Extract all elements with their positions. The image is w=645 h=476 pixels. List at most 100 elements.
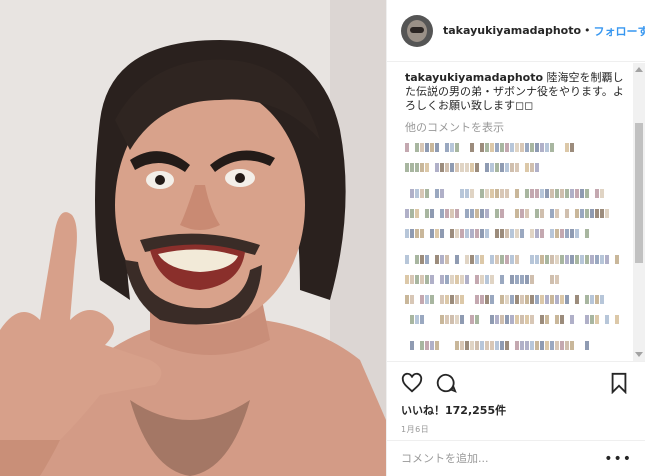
blur-pixel: [435, 163, 439, 172]
blur-pixel: [415, 189, 419, 198]
blurred-comment: [405, 227, 630, 241]
post-date[interactable]: 1月6日: [401, 424, 630, 435]
scroll-up-icon[interactable]: [635, 67, 643, 72]
blur-pixel: [505, 255, 509, 264]
blur-pixel: [530, 163, 534, 172]
blur-pixel: [530, 315, 534, 324]
comment-input[interactable]: [401, 452, 605, 465]
blur-pixel: [455, 315, 459, 324]
blur-pixel: [420, 315, 424, 324]
comment-icon[interactable]: [435, 372, 457, 394]
blur-pixel: [540, 315, 544, 324]
blur-pixel: [430, 341, 434, 350]
blur-pixel: [545, 295, 549, 304]
blur-pixel: [530, 229, 534, 238]
blur-pixel: [445, 143, 449, 152]
blur-pixel: [490, 295, 494, 304]
follow-button[interactable]: フォローする: [594, 23, 645, 39]
blur-pixel: [525, 143, 529, 152]
blur-pixel: [420, 189, 424, 198]
blur-pixel: [540, 189, 544, 198]
blur-pixel: [420, 275, 424, 284]
blur-pixel: [495, 315, 499, 324]
post-photo[interactable]: [0, 0, 386, 476]
blurred-comment: [405, 207, 630, 221]
blur-pixel: [445, 255, 449, 264]
blur-pixel: [585, 315, 589, 324]
blur-pixel: [520, 341, 524, 350]
blur-pixel: [440, 229, 444, 238]
more-options-icon[interactable]: •••: [604, 451, 632, 467]
blur-pixel: [535, 143, 539, 152]
blur-pixel: [485, 143, 489, 152]
blur-pixel: [585, 341, 589, 350]
blur-pixel: [545, 143, 549, 152]
blurred-comment: [405, 187, 630, 201]
blur-pixel: [490, 143, 494, 152]
blur-pixel: [435, 341, 439, 350]
scrollbar[interactable]: [633, 63, 645, 361]
scroll-down-icon[interactable]: [635, 352, 643, 357]
blurred-comment: [405, 273, 630, 287]
avatar[interactable]: [401, 14, 433, 47]
scrollbar-thumb[interactable]: [635, 123, 643, 263]
blur-pixel: [515, 163, 519, 172]
header-username[interactable]: takayukiyamadaphoto: [443, 24, 581, 37]
blur-pixel: [470, 229, 474, 238]
blur-pixel: [570, 255, 574, 264]
blur-pixel: [500, 315, 504, 324]
blur-pixel: [410, 189, 414, 198]
blur-pixel: [435, 255, 439, 264]
blur-pixel: [475, 275, 479, 284]
blur-pixel: [475, 209, 479, 218]
blur-pixel: [505, 315, 509, 324]
blur-pixel: [425, 295, 429, 304]
blur-pixel: [505, 143, 509, 152]
blur-pixel: [490, 255, 494, 264]
blur-pixel: [560, 315, 564, 324]
blur-pixel: [415, 255, 419, 264]
blur-pixel: [440, 189, 444, 198]
likes-count[interactable]: いいね！172,255件: [401, 402, 630, 418]
bookmark-icon[interactable]: [608, 372, 630, 394]
blur-pixel: [585, 229, 589, 238]
blur-pixel: [440, 209, 444, 218]
blur-pixel: [455, 341, 459, 350]
blur-pixel: [470, 163, 474, 172]
blur-pixel: [410, 295, 414, 304]
blur-pixel: [585, 295, 589, 304]
caption-username[interactable]: takayukiyamadaphoto: [405, 71, 543, 84]
heart-icon[interactable]: [401, 372, 423, 394]
blur-pixel: [525, 295, 529, 304]
blur-pixel: [415, 229, 419, 238]
load-more-comments[interactable]: 他のコメントを表示: [405, 119, 630, 135]
blur-pixel: [540, 255, 544, 264]
blur-pixel: [565, 189, 569, 198]
blur-pixel: [550, 295, 554, 304]
blur-pixel: [450, 295, 454, 304]
post-header: takayukiyamadaphoto • フォローする: [387, 0, 645, 62]
blur-pixel: [485, 275, 489, 284]
blur-pixel: [455, 143, 459, 152]
blur-pixel: [505, 341, 509, 350]
blur-pixel: [450, 315, 454, 324]
blur-pixel: [565, 143, 569, 152]
blur-pixel: [425, 163, 429, 172]
blur-pixel: [405, 295, 409, 304]
blur-pixel: [520, 275, 524, 284]
blur-pixel: [520, 143, 524, 152]
blur-pixel: [550, 189, 554, 198]
blur-pixel: [570, 229, 574, 238]
blur-pixel: [405, 275, 409, 284]
blur-pixel: [595, 315, 599, 324]
blur-pixel: [465, 163, 469, 172]
blur-pixel: [500, 295, 504, 304]
blur-pixel: [500, 275, 504, 284]
blur-pixel: [590, 255, 594, 264]
blur-pixel: [410, 315, 414, 324]
blurred-comment: [405, 141, 630, 155]
blur-pixel: [545, 315, 549, 324]
blur-pixel: [540, 341, 544, 350]
blur-pixel: [450, 163, 454, 172]
blur-pixel: [560, 189, 564, 198]
